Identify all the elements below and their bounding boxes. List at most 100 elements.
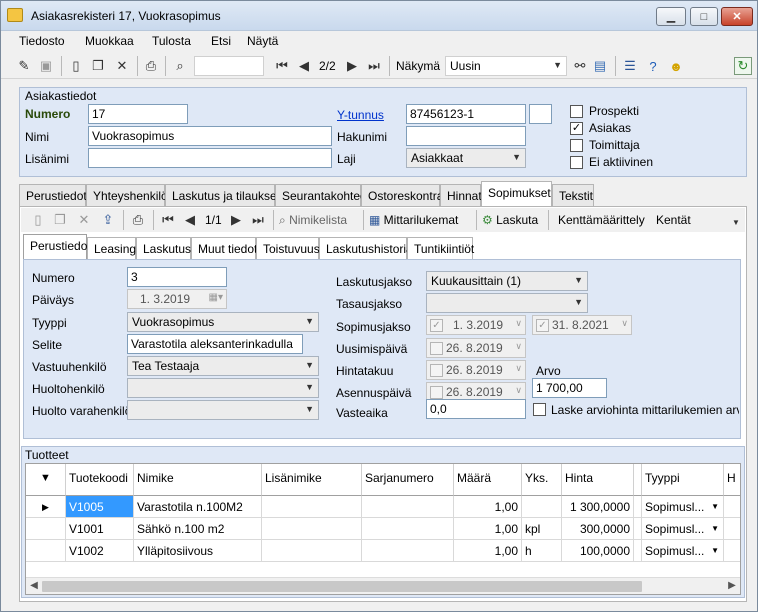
header-tyyppi[interactable]: Tyyppi [642,464,724,496]
scrollbar-thumb[interactable] [42,581,642,592]
cell-lisanimike[interactable] [262,518,362,540]
last-contract-icon[interactable]: ⏭ [249,211,267,229]
overflow-chevron-icon[interactable]: ▼ [731,216,741,228]
scroll-left-icon[interactable]: ◀ [28,580,40,592]
tips-icon[interactable]: ☻ [667,57,685,75]
tab-yhteyshenkilot[interactable]: Yhteyshenkilöt [86,184,171,206]
header-maara[interactable]: Määrä [454,464,522,496]
balancing-period-select[interactable]: ▼ [426,293,588,313]
column-chooser-icon[interactable]: ▼ [26,464,66,496]
header-tuotekoodi[interactable]: Tuotekoodi [66,464,134,496]
print-icon[interactable]: ⎙ [142,57,160,75]
subtab-perustiedot[interactable]: Perustiedot [23,234,91,259]
cell-tyyppi[interactable]: Sopimusl... ▼ [642,518,724,540]
service-person-select[interactable]: ▼ [127,378,319,398]
customer-type-select[interactable]: Asiakkaat ▼ [406,148,526,168]
close-button[interactable]: ✕ [721,7,753,26]
delete-icon[interactable]: ✕ [113,57,131,75]
renewal-date-checkbox[interactable] [430,342,443,355]
cell-tuotekoodi[interactable]: V1001 [66,518,134,540]
contract-end-checkbox[interactable]: ✓ [536,319,549,332]
backup-service-person-select[interactable]: ▼ [127,400,319,420]
binoculars-icon[interactable]: ⌕ [171,57,189,75]
asiakas-checkbox[interactable]: ✓ [570,122,583,135]
new-document-icon[interactable]: ▯ [67,57,85,75]
new-contract-icon[interactable]: ▯ [29,211,47,229]
cell-h[interactable] [724,518,740,540]
laske-arviohinta-checkbox[interactable] [533,403,546,416]
horizontal-scrollbar[interactable]: ◀ ▶ [26,577,740,594]
tab-ostoreskontra[interactable]: Ostoreskontra [361,184,443,206]
response-time-field[interactable]: 0,0 [426,399,526,419]
responsible-person-select[interactable]: Tea Testaaja ▼ [127,356,319,376]
contract-start-checkbox[interactable]: ✓ [430,319,443,332]
nimikelista-button[interactable]: ⌕ Nimikelista [279,213,347,228]
tab-sopimukset[interactable]: Sopimukset [481,181,552,206]
link-icon[interactable]: ⚯ [571,57,589,75]
laskuta-button[interactable]: ⚙ Laskuta [482,213,538,227]
cell-maara[interactable]: 1,00 [454,496,522,518]
menu-nayta[interactable]: Näytä [247,34,278,48]
search-input[interactable] [194,56,264,76]
last-record-icon[interactable]: ⏭ [365,57,383,75]
tab-tekstit[interactable]: Tekstit [552,184,594,206]
cell-tuotekoodi[interactable]: V1005 [66,496,134,518]
ei-aktiivinen-checkbox[interactable] [570,156,583,169]
cell-tyyppi[interactable]: Sopimusl... ▼ [642,496,724,518]
billing-period-select[interactable]: Kuukausittain (1) ▼ [426,271,588,291]
business-id-field[interactable]: 87456123-1 [406,104,526,124]
cell-nimike[interactable]: Ylläpitosiivous [134,540,262,562]
header-sarjanumero[interactable]: Sarjanumero [362,464,454,496]
cell-sarjanumero[interactable] [362,540,454,562]
cell-yks[interactable]: h [522,540,562,562]
customer-name-field[interactable]: Vuokrasopimus [88,126,332,146]
cell-nimike[interactable]: Varastotila n.100M2 [134,496,262,518]
kenttamaarittely-button[interactable]: Kenttämäärittely [558,213,645,227]
prev-record-icon[interactable]: ◀ [295,57,313,75]
subtab-laskutus[interactable]: Laskutus [136,237,191,259]
cell-maara[interactable]: 1,00 [454,518,522,540]
first-contract-icon[interactable]: ⏮ [159,211,177,229]
delete-contract-icon[interactable]: ✕ [75,211,93,229]
cell-nimike[interactable]: Sähkö n.100 m2 [134,518,262,540]
cell-hinta[interactable]: 300,0000 [562,518,634,540]
header-h[interactable]: H [724,464,740,496]
export-icon[interactable]: ⇪ [99,211,117,229]
calendar-icon[interactable]: ▤ [591,57,609,75]
cell-tyyppi[interactable]: Sopimusl... ▼ [642,540,724,562]
tab-perustiedot[interactable]: Perustiedot [19,184,87,206]
kentat-button[interactable]: Kentät [656,213,691,227]
tab-seurantakohteet[interactable]: Seurantakohteet [275,184,370,206]
print-contract-icon[interactable]: ⎙ [129,211,147,229]
value-field[interactable]: 1 700,00 [532,378,607,398]
price-guarantee-checkbox[interactable] [430,364,443,377]
copy-icon[interactable]: ❐ [89,57,107,75]
edit-icon[interactable]: ✎ [15,57,33,75]
copy-contract-icon[interactable]: ❐ [51,211,69,229]
subtab-laskutushistoria[interactable]: Laskutushistoria [319,237,413,259]
minimize-button[interactable]: ▁ [656,7,686,26]
cell-yks[interactable]: kpl [522,518,562,540]
cell-hinta[interactable]: 100,0000 [562,540,634,562]
tab-hinnat[interactable]: Hinnat [440,184,482,206]
subtab-tuntikiintiot[interactable]: Tuntikiintiöt [407,237,474,259]
cell-lisanimike[interactable] [262,496,362,518]
subtab-toistuvuus[interactable]: Toistuvuus [256,237,320,259]
description-field[interactable]: Varastotila aleksanterinkadulla [127,334,303,354]
menu-muokkaa[interactable]: Muokkaa [85,34,134,48]
next-record-icon[interactable]: ▶ [343,57,361,75]
header-hinta[interactable]: Hinta [562,464,634,496]
ytunnus-link[interactable]: Y-tunnus [337,108,384,122]
refresh-icon[interactable]: ↻ [734,57,752,75]
contract-date-field[interactable]: 1. 3.2019 ▦▾ [127,289,227,309]
scroll-right-icon[interactable]: ▶ [726,580,738,592]
save-icon[interactable]: ▣ [37,57,55,75]
contract-number-field[interactable]: 3 [127,267,227,287]
cell-lisanimike[interactable] [262,540,362,562]
contract-type-select[interactable]: Vuokrasopimus ▼ [127,312,319,332]
subtab-leasing[interactable]: Leasing [87,237,136,259]
header-lisanimike[interactable]: Lisänimike [262,464,362,496]
cell-sarjanumero[interactable] [362,518,454,540]
menu-tulosta[interactable]: Tulosta [152,34,191,48]
cell-sarjanumero[interactable] [362,496,454,518]
